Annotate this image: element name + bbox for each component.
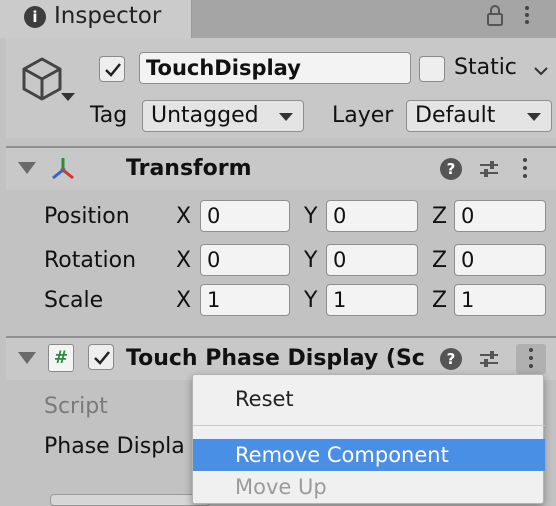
tab-strip: i Inspector: [0, 0, 556, 38]
help-icon[interactable]: ?: [440, 158, 462, 180]
tab-title: Inspector: [54, 3, 162, 29]
script-icon: #: [48, 344, 74, 372]
presets-icon[interactable]: [478, 348, 500, 370]
static-label: Static: [454, 55, 517, 80]
menu-separator: [193, 425, 545, 426]
foldout-arrow-icon[interactable]: [18, 352, 36, 364]
position-y-field[interactable]: 0: [326, 200, 418, 232]
tag-label: Tag: [90, 103, 128, 128]
rotation-z-field[interactable]: 0: [454, 244, 546, 276]
layer-value: Default: [415, 103, 496, 128]
axis-x-label[interactable]: X: [176, 286, 191, 316]
rotation-x-field[interactable]: 0: [200, 244, 290, 276]
axis-x-label[interactable]: X: [176, 202, 191, 232]
transform-header[interactable]: Transform ?: [6, 148, 556, 190]
gameobject-cube-icon[interactable]: [18, 54, 66, 104]
transform-title: Transform: [126, 156, 252, 181]
axis-x-label[interactable]: X: [176, 246, 191, 276]
tag-dropdown[interactable]: Untagged: [142, 100, 304, 132]
scale-y-field[interactable]: 1: [326, 284, 418, 316]
menu-item-remove-component[interactable]: Remove Component: [193, 439, 545, 471]
touch-phase-display-title: Touch Phase Display (Scri: [126, 346, 426, 371]
lock-icon[interactable]: [482, 2, 508, 28]
gameobject-name-field[interactable]: TouchDisplay: [139, 52, 411, 84]
chevron-down-icon: [527, 113, 541, 121]
axis-z-label[interactable]: Z: [432, 202, 447, 232]
rotation-y-field[interactable]: 0: [326, 244, 418, 276]
component-enabled-checkbox[interactable]: [88, 344, 114, 370]
presets-icon[interactable]: [478, 158, 500, 180]
icon-dropdown-arrow-icon[interactable]: [61, 93, 75, 101]
layer-label: Layer: [332, 103, 394, 128]
menu-item-reset[interactable]: Reset: [193, 383, 545, 415]
component-options-icon[interactable]: [516, 344, 546, 374]
axis-y-label[interactable]: Y: [304, 246, 317, 276]
transform-body: Position X 0 Y 0 Z 0 Rotation X 0 Y 0 Z …: [6, 190, 556, 330]
static-checkbox[interactable]: [419, 56, 445, 82]
axis-z-label[interactable]: Z: [432, 286, 447, 316]
position-x-field[interactable]: 0: [200, 200, 290, 232]
help-icon[interactable]: ?: [440, 348, 462, 370]
component-context-menu: Reset Remove Component Move Up: [192, 374, 545, 504]
tab-inspector[interactable]: i Inspector: [0, 0, 192, 38]
info-icon: i: [24, 6, 46, 28]
scale-label: Scale: [44, 288, 104, 313]
position-z-field[interactable]: 0: [454, 200, 546, 232]
axis-y-label[interactable]: Y: [304, 286, 317, 316]
script-field-label: Script: [44, 394, 108, 419]
tab-options-icon[interactable]: [518, 2, 536, 28]
component-options-icon[interactable]: [516, 156, 534, 182]
active-checkbox[interactable]: [99, 56, 125, 82]
layer-dropdown[interactable]: Default: [406, 100, 552, 132]
tag-value: Untagged: [151, 103, 259, 128]
foldout-arrow-icon[interactable]: [18, 162, 36, 174]
scale-x-field[interactable]: 1: [200, 284, 290, 316]
rotation-label: Rotation: [44, 248, 137, 273]
axis-y-label[interactable]: Y: [304, 202, 317, 232]
axis-z-label[interactable]: Z: [432, 246, 447, 276]
menu-item-move-up: Move Up: [235, 475, 327, 499]
add-component-button[interactable]: [50, 494, 210, 506]
gameobject-header: TouchDisplay Static Tag Untagged Layer D…: [6, 38, 556, 138]
scale-z-field[interactable]: 1: [454, 284, 546, 316]
phase-display-field-label: Phase Displa: [44, 434, 185, 459]
static-dropdown-arrow-icon[interactable]: [534, 62, 548, 76]
transform-axes-icon: [48, 154, 78, 184]
position-label: Position: [44, 204, 130, 229]
chevron-down-icon: [279, 113, 293, 121]
